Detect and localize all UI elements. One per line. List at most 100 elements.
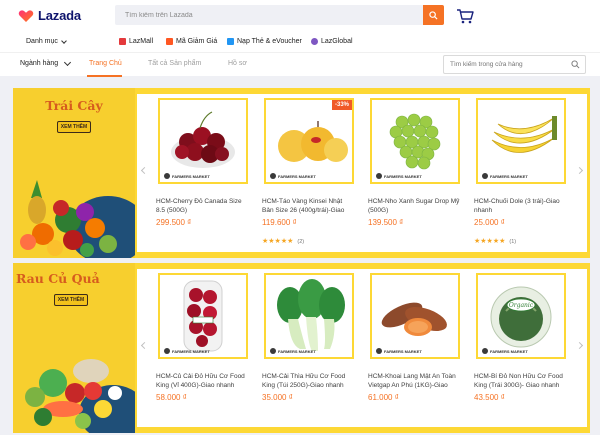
see-more-button[interactable]: XEM THÊM (54, 294, 88, 306)
product-carousel: FARMERS MARKET HCM-Cherry Đỏ Canada Size… (137, 94, 587, 252)
store-search-input[interactable] (444, 56, 569, 73)
section-fruit: Trái Cây XEM THÊM FARMERS MARKET HCM-Che… (13, 88, 590, 258)
product-card[interactable]: FARMERS MARKET HCM-Cải Thìa Hữu Cơ Food … (258, 269, 358, 427)
product-image[interactable]: FARMERS MARKET (158, 98, 248, 184)
product-card[interactable]: Organic FARMERS MARKET HCM-Bí Đỏ Non Hữu… (470, 269, 570, 427)
product-name[interactable]: HCM-Nho Xanh Sugar Drop Mỹ (500G) (368, 198, 460, 215)
nav-link-label: LazGlobal (321, 38, 353, 45)
rating-stars: ★★★★★ (474, 238, 506, 245)
nav-link-vouchers[interactable]: Mã Giảm Giá (166, 38, 217, 45)
product-name[interactable]: HCM-Bí Đỏ Non Hữu Cơ Food King (Trái 300… (474, 373, 566, 390)
product-card[interactable]: FARMERS MARKET HCM-Nho Xanh Sugar Drop M… (364, 94, 464, 252)
product-image[interactable]: FARMERS MARKET (264, 273, 354, 359)
main-nav: Danh mục LazMall Mã Giảm Giá Nạp Thẻ & e… (0, 32, 600, 52)
yellow-apples-image (278, 121, 348, 162)
farmers-market-badge: FARMERS MARKET (162, 347, 212, 355)
review-count: (1) (509, 238, 517, 245)
farmers-market-badge: FARMERS MARKET (374, 347, 424, 355)
section-title: Rau Củ Quả (16, 271, 100, 286)
farmers-market-badge: FARMERS MARKET (268, 172, 318, 180)
carousel-next-icon[interactable] (575, 166, 584, 175)
lazmall-icon (119, 38, 126, 45)
topup-icon (227, 38, 234, 45)
logo-text: Lazada (38, 8, 81, 23)
category-menu[interactable]: Danh mục (26, 37, 67, 45)
store-search (443, 55, 586, 74)
product-rating: ★★★★★ (1) (474, 238, 516, 245)
globe-icon (311, 38, 318, 45)
section-banner[interactable]: Trái Cây XEM THÊM (13, 88, 135, 258)
tab-profile[interactable]: Hồ sơ (228, 60, 247, 67)
nav-link-lazglobal[interactable]: LazGlobal (311, 38, 353, 45)
product-card[interactable]: FARMERS MARKET HCM-Chuối Dole (3 trái)-G… (470, 94, 570, 252)
top-header: Lazada (0, 0, 600, 32)
chevron-down-icon (64, 58, 72, 67)
product-price: 119.600 ₫ (262, 218, 297, 227)
search-icon[interactable] (571, 60, 580, 69)
product-card[interactable]: FARMERS MARKET HCM-Cherry Đỏ Canada Size… (152, 94, 252, 252)
product-name[interactable]: HCM-Khoai Lang Mật An Toàn Vietgap An Ph… (368, 373, 460, 390)
product-name[interactable]: HCM-Chuối Dole (3 trái)-Giao nhanh (474, 198, 566, 215)
nav-link-label: LazMall (129, 38, 154, 45)
product-card[interactable]: FARMERS MARKET HCM-Khoai Lang Mật An Toà… (364, 269, 464, 427)
product-image[interactable]: -33% FARMERS MARKET (264, 98, 354, 184)
product-image[interactable]: Organic FARMERS MARKET (476, 273, 566, 359)
product-name[interactable]: HCM-Cải Thìa Hữu Cơ Food King (Túi 250G)… (262, 373, 354, 390)
product-card[interactable]: -33% FARMERS MARKET HCM-Táo Vàng Kinsei … (258, 94, 358, 252)
voucher-icon (166, 38, 173, 45)
cherries-image (171, 111, 235, 168)
product-carousel: FARMERS MARKET HCM-Củ Cải Đỏ Hữu Cơ Food… (137, 269, 587, 427)
product-image[interactable]: FARMERS MARKET (476, 98, 566, 184)
radishes-image (183, 280, 223, 352)
tab-home[interactable]: Trang Chủ (89, 60, 122, 67)
product-price: 61.000 ₫ (368, 393, 399, 402)
see-more-button[interactable]: XEM THÊM (57, 121, 91, 133)
farmers-market-badge: FARMERS MARKET (268, 347, 318, 355)
carousel-prev-icon[interactable] (140, 341, 149, 350)
product-image[interactable]: FARMERS MARKET (370, 98, 460, 184)
farmers-market-badge: FARMERS MARKET (374, 172, 424, 180)
product-price: 25.000 ₫ (474, 218, 505, 227)
product-price: 43.500 ₫ (474, 393, 505, 402)
chevron-down-icon (61, 37, 67, 44)
farmers-market-badge: FARMERS MARKET (162, 172, 212, 180)
search-icon (429, 10, 438, 20)
product-name[interactable]: HCM-Táo Vàng Kinsei Nhật Bản Size 26 (40… (262, 198, 354, 215)
product-price: 58.000 ₫ (156, 393, 187, 402)
product-name[interactable]: HCM-Cherry Đỏ Canada Size 8.5 (500G) (156, 198, 248, 215)
cart-icon[interactable] (456, 8, 474, 24)
product-image[interactable]: FARMERS MARKET (158, 273, 248, 359)
discount-badge: -33% (331, 100, 352, 110)
product-card[interactable]: FARMERS MARKET HCM-Củ Cải Đỏ Hữu Cơ Food… (152, 269, 252, 427)
farmers-market-badge: FARMERS MARKET (480, 172, 530, 180)
section-vegetables: Rau Củ Quả XEM THÊM FARMERS MARKET HCM-C… (13, 263, 590, 433)
fruit-basket-image (20, 180, 135, 258)
carousel-next-icon[interactable] (575, 341, 584, 350)
green-grapes-image (389, 113, 441, 170)
lazada-logo[interactable]: Lazada (18, 8, 81, 23)
product-rating: ★★★★★ (2) (262, 238, 304, 245)
organic-squash-image: Organic (490, 286, 552, 348)
sweet-potatoes-image (381, 302, 447, 336)
section-banner[interactable]: Rau Củ Quả XEM THÊM (13, 263, 135, 433)
nav-link-lazmall[interactable]: LazMall (119, 38, 153, 45)
product-price: 139.500 ₫ (368, 218, 404, 227)
search-input[interactable] (115, 5, 421, 25)
category-menu-label: Danh mục (26, 38, 58, 45)
store-category-dropdown[interactable]: Ngành hàng (20, 58, 72, 67)
product-name[interactable]: HCM-Củ Cải Đỏ Hữu Cơ Food King (Vỉ 400G)… (156, 373, 248, 390)
nav-link-label: Mã Giảm Giá (176, 38, 218, 45)
store-category-label: Ngành hàng (20, 60, 59, 67)
product-image[interactable]: FARMERS MARKET (370, 273, 460, 359)
nav-link-topup[interactable]: Nạp Thẻ & eVoucher (227, 38, 302, 45)
store-tab-bar: Ngành hàng Trang Chủ Tất cả Sản phẩm Hồ … (0, 52, 600, 77)
search-button[interactable] (423, 5, 444, 25)
carousel-prev-icon[interactable] (140, 166, 149, 175)
section-title: Trái Cây (45, 98, 103, 113)
vegetable-basket-image (25, 359, 135, 433)
tab-all-products[interactable]: Tất cả Sản phẩm (148, 60, 201, 67)
rating-stars: ★★★★★ (262, 238, 294, 245)
bananas-image (491, 116, 557, 153)
farmers-market-badge: FARMERS MARKET (480, 347, 530, 355)
active-tab-indicator (87, 75, 122, 77)
